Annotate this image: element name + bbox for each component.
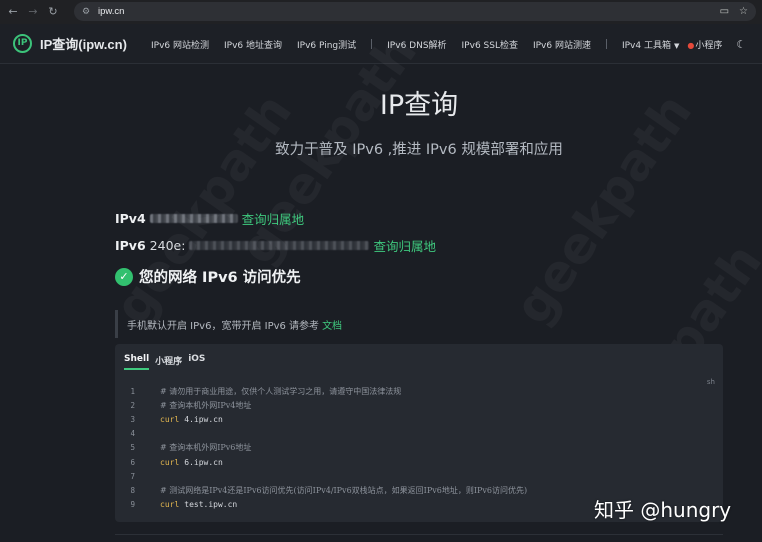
nav-divider [371, 39, 373, 49]
line-number: 4 [130, 429, 135, 439]
brand-title[interactable]: IP查询(ipw.cn) [40, 34, 127, 53]
site-info-icon[interactable]: ⚙ [80, 6, 92, 18]
address-bar[interactable]: ⚙ ipw.cn ▭ ☆ [74, 2, 756, 21]
status-text: 您的网络 IPv6 访问优先 [139, 270, 301, 286]
ipv6-priority-status: ✓ 您的网络 IPv6 访问优先 [115, 266, 301, 287]
line-number: 5 [130, 443, 135, 453]
miniprogram-icon: ● [687, 40, 695, 50]
tip-text: 手机默认开启 IPv6，宽带开启 IPv6 请参考 [127, 320, 320, 332]
code-comment: # 查询本机外网IPv6地址 [160, 443, 252, 453]
reload-icon[interactable]: ↻ [46, 5, 60, 19]
code-comment: # 查询本机外网IPv4地址 [160, 400, 252, 410]
code-command: curl [160, 457, 180, 467]
line-number: 7 [130, 471, 135, 481]
code-line: 4 [115, 427, 723, 441]
code-line: 5 # 查询本机外网IPv6地址 [115, 441, 723, 455]
code-line: 7 [115, 469, 723, 483]
site-header: IP IP查询(ipw.cn) IPv6 网站检测 IPv6 地址查询 IPv6… [0, 24, 762, 64]
ipv6-prefix: 240e: [149, 238, 186, 253]
divider [115, 534, 723, 535]
line-number: 9 [130, 500, 135, 510]
chevron-down-icon: ▼ [673, 41, 680, 50]
logo-icon[interactable]: IP [13, 34, 32, 53]
nav-ipv6-address-lookup[interactable]: IPv6 地址查询 [224, 38, 282, 51]
ipv4-row: IPv4 查询归属地 [115, 209, 304, 228]
code-tabs: Shell 小程序 iOS [124, 354, 205, 370]
line-number: 6 [130, 457, 135, 467]
bookmark-star-icon[interactable]: ☆ [739, 5, 748, 18]
ipv4-label: IPv4 [115, 211, 146, 226]
nav-divider [605, 39, 607, 49]
top-nav: IPv6 网站检测 IPv6 地址查询 IPv6 Ping测试 IPv6 DNS… [151, 24, 746, 64]
ipv6-location-link[interactable]: 查询归属地 [373, 236, 436, 255]
code-line: 2 # 查询本机外网IPv4地址 [115, 398, 723, 412]
page-title: IP查询 [379, 90, 459, 121]
ipv6-row: IPv6 240e: 查询归属地 [115, 236, 436, 255]
line-number: 1 [130, 386, 135, 396]
code-line: 3 curl 4.ipw.cn [115, 412, 723, 426]
code-comment: # 请勿用于商业用途，仅供个人测试学习之用，请遵守中国法律法规 [160, 386, 402, 396]
tab-miniprogram[interactable]: 小程序 [155, 354, 182, 370]
ipv6-label: IPv6 [115, 238, 146, 253]
tab-shell[interactable]: Shell [124, 354, 150, 370]
redacted-ipv6-address [189, 241, 370, 250]
ipv6-tip: 手机默认开启 IPv6，宽带开启 IPv6 请参考 文档 [115, 310, 723, 338]
nav-miniprogram[interactable]: ●小程序 [687, 38, 722, 51]
code-command: curl [160, 500, 180, 510]
ipv4-location-link[interactable]: 查询归属地 [242, 209, 305, 228]
cast-icon[interactable]: ▭ [720, 5, 729, 18]
code-argument: 6.ipw.cn [184, 457, 223, 467]
code-command: curl [160, 414, 180, 424]
nav-ipv4-tools-menu[interactable]: IPv4 工具箱 ▼ [622, 38, 679, 51]
nav-ipv6-ssl[interactable]: IPv6 SSL检查 [462, 38, 518, 51]
nav-ipv6-speed[interactable]: IPv6 网站测速 [533, 38, 591, 51]
nav-ipv6-dns[interactable]: IPv6 DNS解析 [387, 38, 446, 51]
code-argument: test.ipw.cn [184, 500, 238, 510]
nav-ipv6-site-check[interactable]: IPv6 网站检测 [151, 38, 209, 51]
nav-miniprogram-label: 小程序 [695, 40, 723, 51]
forward-icon[interactable]: → [26, 5, 40, 19]
code-block[interactable]: 1 # 请勿用于商业用途，仅供个人测试学习之用，请遵守中国法律法规 2 # 查询本机… [115, 384, 723, 512]
code-argument: 4.ipw.cn [184, 414, 223, 424]
docs-link[interactable]: 文档 [322, 317, 342, 332]
code-line: 6 curl 6.ipw.cn [115, 455, 723, 469]
line-number: 3 [130, 414, 135, 424]
tab-ios[interactable]: iOS [188, 354, 205, 370]
redacted-ipv4-address [149, 214, 238, 223]
line-number: 8 [130, 485, 135, 495]
nav-ipv4-tools-label: IPv4 工具箱 [621, 40, 671, 51]
browser-toolbar: ← → ↻ ⚙ ipw.cn ▭ ☆ [0, 0, 762, 24]
zhihu-watermark: 知乎 @hungry [594, 498, 732, 522]
check-circle-icon: ✓ [115, 267, 133, 286]
line-number: 2 [130, 400, 135, 410]
moon-icon[interactable]: ☾ [736, 38, 746, 51]
back-icon[interactable]: ← [6, 5, 20, 19]
nav-ipv6-ping[interactable]: IPv6 Ping测试 [297, 38, 356, 51]
code-line: 1 # 请勿用于商业用途，仅供个人测试学习之用，请遵守中国法律法规 [115, 384, 723, 398]
code-comment: # 测试网络是IPv4还是IPv6访问优先(访问IPv4/IPv6双栈站点，如果… [160, 485, 528, 495]
page-subtitle: 致力于普及 IPv6 ,推进 IPv6 规模部署和应用 [275, 142, 563, 158]
url-text: ipw.cn [98, 6, 125, 17]
